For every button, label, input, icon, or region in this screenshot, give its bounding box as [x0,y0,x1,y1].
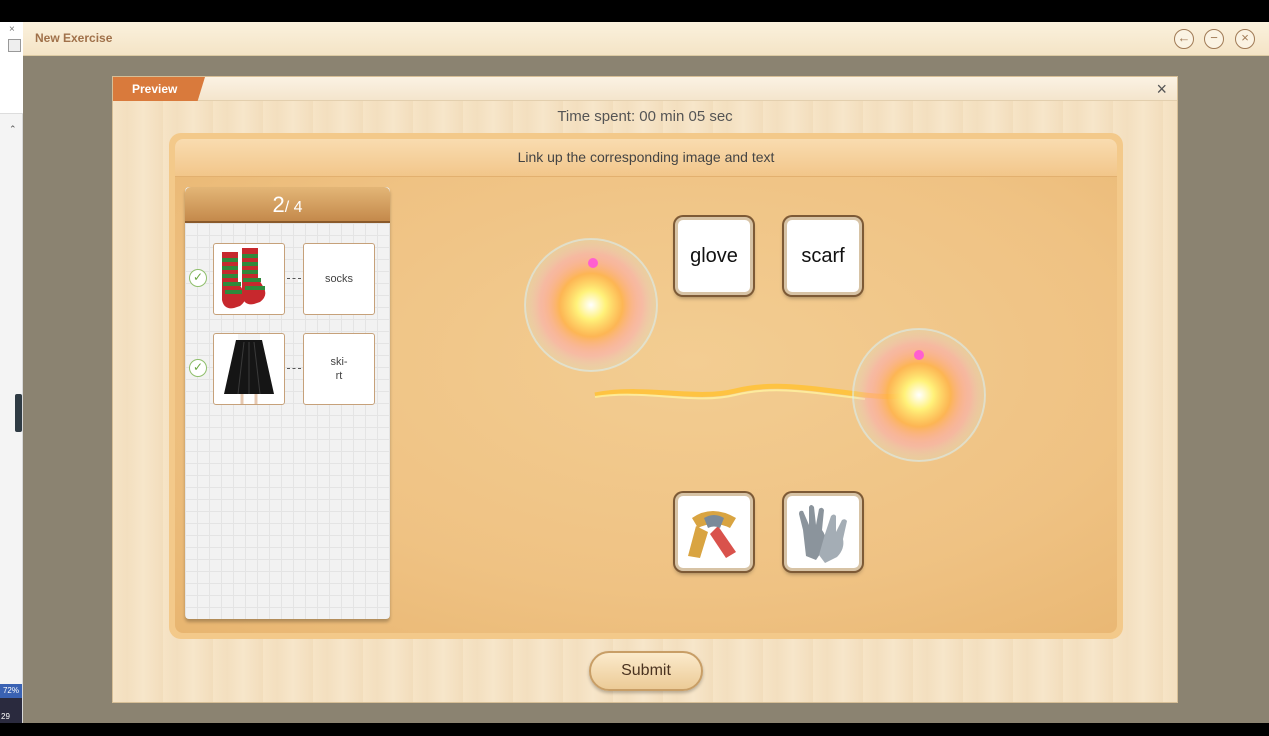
image-card-scarf[interactable] [675,493,753,571]
check-icon: ✓ [189,359,207,377]
clock: 29 [0,698,22,723]
close-window-button[interactable]: × [1235,29,1255,49]
title-bar: New Exercise ← − × [23,22,1269,56]
check-icon: ✓ [189,269,207,287]
battery-indicator: 72% [0,684,22,698]
exercise-board: Link up the corresponding image and text [169,133,1123,639]
preview-tab: Preview [113,77,205,101]
preview-dialog: Preview × Time spent: 00 min 05 sec Link… [112,76,1178,703]
screen: × ⌃ 72% 29 New Exercise ← − × Preview × … [0,0,1269,723]
matched-pair: ✓ socks [185,243,390,315]
link-line [287,278,301,279]
glove-icon [799,505,847,563]
scarf-icon [688,511,736,558]
close-icon[interactable]: × [9,24,15,35]
submit-button[interactable]: Submit [589,651,703,691]
board-inner: Link up the corresponding image and text [175,139,1117,633]
word-card: socks [303,243,375,315]
left-strip-top: × [0,22,23,114]
skirt-image [213,333,285,405]
matched-pair: ✓ ski- rt [185,333,390,405]
dialog-close-button[interactable]: × [1156,79,1167,99]
dialog-header: Preview × [113,77,1177,101]
progress-total: / 4 [284,199,303,216]
sparkle-orb-right [852,328,986,462]
word-card-scarf[interactable]: scarf [784,217,862,295]
minimize-button[interactable]: − [1204,29,1224,49]
back-button[interactable]: ← [1174,29,1194,49]
window-title: New Exercise [35,31,113,45]
link-line [287,368,301,369]
user-icon[interactable] [8,39,21,52]
progress-current: 2 [272,192,285,217]
drag-handle[interactable] [15,394,22,432]
progress-panel: 2/ 4 ✓ socks ✓ ski- rt [185,187,390,619]
time-spent: Time spent: 00 min 05 sec [557,108,733,125]
word-card-glove[interactable]: glove [675,217,753,295]
image-card-glove[interactable] [784,493,862,571]
word-card: ski- rt [303,333,375,405]
chevron-up-icon[interactable]: ⌃ [9,124,17,135]
socks-image [213,243,285,315]
progress-counter: 2/ 4 [185,187,390,223]
left-edge-strip: × ⌃ 72% 29 [0,22,23,723]
app-window: New Exercise ← − × Preview × Time spent:… [23,22,1269,723]
